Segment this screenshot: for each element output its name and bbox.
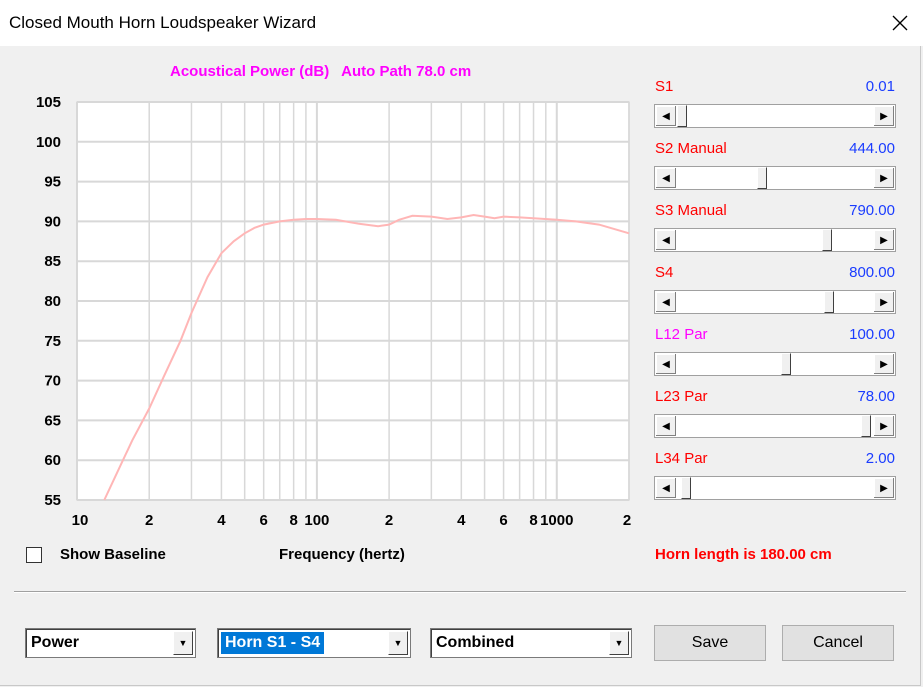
scroll-right-icon[interactable]: ▶ [873, 167, 895, 189]
scroll-left-icon[interactable]: ◀ [655, 415, 677, 437]
scroll-right-icon[interactable]: ▶ [873, 353, 895, 375]
slider-label: L23 Par [655, 388, 708, 405]
scroll-right-icon[interactable]: ▶ [873, 477, 895, 499]
y-tick-label: 55 [44, 492, 61, 509]
y-tick-label: 65 [44, 412, 61, 429]
show-baseline-checkbox[interactable] [26, 547, 42, 563]
slider-value: 0.01 [865, 78, 895, 95]
x-tick-label: 6 [499, 512, 507, 529]
slider-value: 100.00 [849, 326, 895, 343]
parameter-scrollbar[interactable]: ◀ ▶ [654, 352, 896, 376]
slider-label: L34 Par [655, 450, 708, 467]
range-select[interactable]: Horn S1 - S4 ▼ [217, 628, 411, 658]
scroll-thumb[interactable] [861, 415, 871, 437]
slider-label: L12 Par [655, 326, 708, 343]
save-button[interactable]: Save [654, 625, 766, 661]
slider-label: S3 Manual [655, 202, 727, 219]
x-tick-label: 6 [260, 512, 268, 529]
y-tick-label: 75 [44, 333, 61, 350]
x-tick-label: 100 [304, 512, 329, 529]
scroll-right-icon[interactable]: ▶ [873, 291, 895, 313]
slider-label: S1 [655, 78, 674, 95]
x-tick-label: 2 [145, 512, 153, 529]
scroll-thumb[interactable] [824, 291, 834, 313]
scroll-thumb[interactable] [781, 353, 791, 375]
parameter-scrollbar[interactable]: ◀ ▶ [654, 166, 896, 190]
cancel-button-label: Cancel [813, 634, 863, 651]
cancel-button[interactable]: Cancel [782, 625, 894, 661]
y-tick-label: 105 [36, 94, 61, 111]
slider-value: 790.00 [849, 202, 895, 219]
slider-value: 2.00 [865, 450, 895, 467]
parameter-scrollbar[interactable]: ◀ ▶ [654, 414, 896, 438]
x-tick-label: 8 [289, 512, 297, 529]
x-tick-label: 2 [385, 512, 393, 529]
scroll-thumb[interactable] [681, 477, 691, 499]
x-tick-label: 10 [72, 512, 89, 529]
y-tick-label: 60 [44, 452, 61, 469]
x-tick-label: 4 [217, 512, 226, 529]
scroll-thumb[interactable] [677, 105, 687, 127]
save-button-label: Save [691, 634, 729, 651]
scroll-left-icon[interactable]: ◀ [655, 353, 677, 375]
x-tick-label: 1000 [540, 512, 573, 529]
parameter-scrollbar[interactable]: ◀ ▶ [654, 476, 896, 500]
horn-length-text: Horn length is 180.00 cm [655, 546, 832, 563]
scroll-thumb[interactable] [822, 229, 832, 251]
chevron-down-icon[interactable]: ▼ [173, 631, 193, 655]
x-tick-label: 8 [529, 512, 537, 529]
scroll-left-icon[interactable]: ◀ [655, 291, 677, 313]
range-select-value: Horn S1 - S4 [219, 631, 326, 655]
x-tick-label: 4 [457, 512, 466, 529]
y-tick-label: 100 [36, 134, 61, 151]
mode-select-value: Combined [436, 634, 515, 651]
mode-select[interactable]: Combined ▼ [430, 628, 632, 658]
separator [14, 591, 906, 593]
slider-value: 444.00 [849, 140, 895, 157]
scroll-right-icon[interactable]: ▶ [873, 229, 895, 251]
scroll-thumb[interactable] [757, 167, 767, 189]
parameter-scrollbar[interactable]: ◀ ▶ [654, 104, 896, 128]
parameter-scrollbar[interactable]: ◀ ▶ [654, 228, 896, 252]
y-tick-label: 70 [44, 373, 61, 390]
parameter-scrollbar[interactable]: ◀ ▶ [654, 290, 896, 314]
y-tick-label: 90 [44, 213, 61, 230]
chevron-down-icon[interactable]: ▼ [388, 631, 408, 655]
x-tick-label: 2 [623, 512, 631, 529]
slider-label: S2 Manual [655, 140, 727, 157]
y-tick-label: 95 [44, 174, 61, 191]
y-tick-label: 85 [44, 253, 61, 270]
x-axis-label: Frequency (hertz) [279, 546, 405, 563]
show-baseline-label[interactable]: Show Baseline [60, 546, 166, 563]
scroll-left-icon[interactable]: ◀ [655, 477, 677, 499]
scroll-right-icon[interactable]: ▶ [873, 415, 895, 437]
view-select[interactable]: Power ▼ [25, 628, 196, 658]
chevron-down-icon[interactable]: ▼ [609, 631, 629, 655]
scroll-left-icon[interactable]: ◀ [655, 229, 677, 251]
slider-label: S4 [655, 264, 674, 281]
view-select-value: Power [31, 634, 80, 651]
scroll-left-icon[interactable]: ◀ [655, 167, 677, 189]
slider-value: 800.00 [849, 264, 895, 281]
scroll-left-icon[interactable]: ◀ [655, 105, 677, 127]
scroll-right-icon[interactable]: ▶ [873, 105, 895, 127]
slider-value: 78.00 [857, 388, 895, 405]
y-tick-label: 80 [44, 293, 61, 310]
